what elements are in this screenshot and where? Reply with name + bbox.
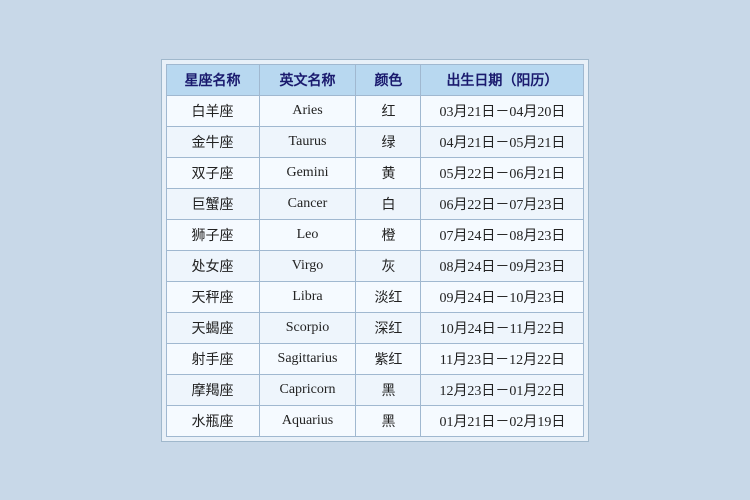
cell-r0-c3: 03月21日－04月20日 (421, 95, 584, 126)
cell-r8-c3: 11月23日－12月22日 (421, 343, 584, 374)
table-row: 射手座Sagittarius紫红11月23日－12月22日 (166, 343, 584, 374)
table-row: 巨蟹座Cancer白06月22日－07月23日 (166, 188, 584, 219)
cell-r5-c1: Virgo (259, 250, 356, 281)
cell-r4-c3: 07月24日－08月23日 (421, 219, 584, 250)
cell-r6-c3: 09月24日－10月23日 (421, 281, 584, 312)
cell-r2-c0: 双子座 (166, 157, 259, 188)
cell-r4-c2: 橙 (356, 219, 421, 250)
cell-r7-c2: 深红 (356, 312, 421, 343)
cell-r0-c2: 红 (356, 95, 421, 126)
column-header: 星座名称 (166, 64, 259, 95)
cell-r2-c2: 黄 (356, 157, 421, 188)
cell-r7-c1: Scorpio (259, 312, 356, 343)
cell-r10-c3: 01月21日－02月19日 (421, 405, 584, 436)
cell-r10-c2: 黑 (356, 405, 421, 436)
cell-r5-c0: 处女座 (166, 250, 259, 281)
cell-r4-c0: 狮子座 (166, 219, 259, 250)
cell-r6-c1: Libra (259, 281, 356, 312)
cell-r6-c0: 天秤座 (166, 281, 259, 312)
table-row: 天秤座Libra淡红09月24日－10月23日 (166, 281, 584, 312)
cell-r5-c2: 灰 (356, 250, 421, 281)
cell-r8-c1: Sagittarius (259, 343, 356, 374)
cell-r7-c0: 天蝎座 (166, 312, 259, 343)
table-row: 天蝎座Scorpio深红10月24日－11月22日 (166, 312, 584, 343)
cell-r2-c1: Gemini (259, 157, 356, 188)
table-row: 处女座Virgo灰08月24日－09月23日 (166, 250, 584, 281)
column-header: 颜色 (356, 64, 421, 95)
cell-r3-c0: 巨蟹座 (166, 188, 259, 219)
table-row: 金牛座Taurus绿04月21日－05月21日 (166, 126, 584, 157)
cell-r1-c2: 绿 (356, 126, 421, 157)
cell-r10-c1: Aquarius (259, 405, 356, 436)
cell-r2-c3: 05月22日－06月21日 (421, 157, 584, 188)
cell-r0-c0: 白羊座 (166, 95, 259, 126)
cell-r5-c3: 08月24日－09月23日 (421, 250, 584, 281)
cell-r7-c3: 10月24日－11月22日 (421, 312, 584, 343)
cell-r1-c0: 金牛座 (166, 126, 259, 157)
cell-r3-c3: 06月22日－07月23日 (421, 188, 584, 219)
cell-r9-c0: 摩羯座 (166, 374, 259, 405)
table-wrapper: 星座名称英文名称颜色出生日期（阳历） 白羊座Aries红03月21日－04月20… (161, 59, 590, 442)
cell-r4-c1: Leo (259, 219, 356, 250)
cell-r10-c0: 水瓶座 (166, 405, 259, 436)
column-header: 出生日期（阳历） (421, 64, 584, 95)
table-row: 狮子座Leo橙07月24日－08月23日 (166, 219, 584, 250)
cell-r1-c3: 04月21日－05月21日 (421, 126, 584, 157)
cell-r6-c2: 淡红 (356, 281, 421, 312)
table-row: 水瓶座Aquarius黑01月21日－02月19日 (166, 405, 584, 436)
cell-r1-c1: Taurus (259, 126, 356, 157)
table-row: 白羊座Aries红03月21日－04月20日 (166, 95, 584, 126)
header-row: 星座名称英文名称颜色出生日期（阳历） (166, 64, 584, 95)
table-row: 双子座Gemini黄05月22日－06月21日 (166, 157, 584, 188)
cell-r3-c1: Cancer (259, 188, 356, 219)
column-header: 英文名称 (259, 64, 356, 95)
cell-r0-c1: Aries (259, 95, 356, 126)
cell-r8-c2: 紫红 (356, 343, 421, 374)
cell-r9-c2: 黑 (356, 374, 421, 405)
cell-r9-c1: Capricorn (259, 374, 356, 405)
table-row: 摩羯座Capricorn黑12月23日－01月22日 (166, 374, 584, 405)
cell-r3-c2: 白 (356, 188, 421, 219)
zodiac-table: 星座名称英文名称颜色出生日期（阳历） 白羊座Aries红03月21日－04月20… (166, 64, 585, 437)
cell-r9-c3: 12月23日－01月22日 (421, 374, 584, 405)
table-body: 白羊座Aries红03月21日－04月20日金牛座Taurus绿04月21日－0… (166, 95, 584, 436)
cell-r8-c0: 射手座 (166, 343, 259, 374)
